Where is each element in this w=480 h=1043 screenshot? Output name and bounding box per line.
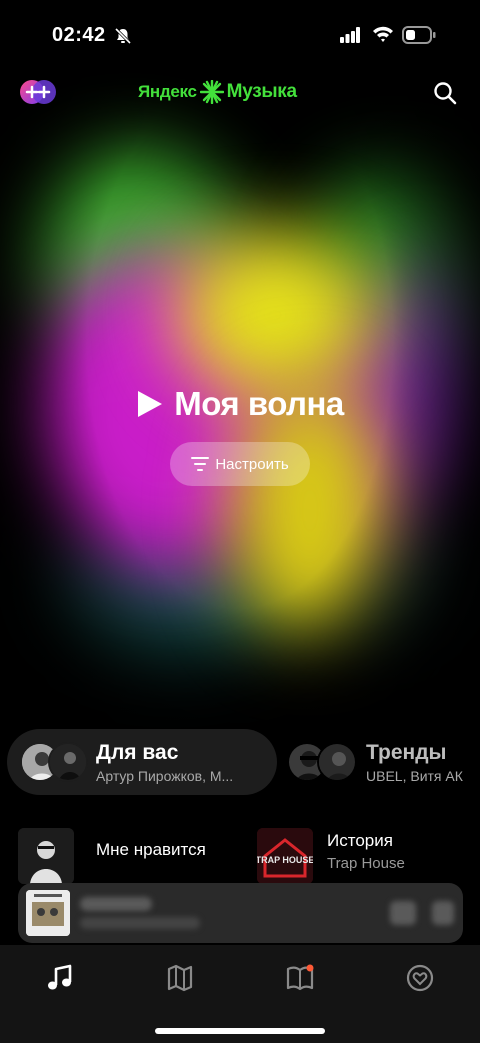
history-playlist[interactable]: TRAP HOUSE История Trap House xyxy=(257,828,480,884)
vignette-overlay xyxy=(0,0,480,760)
logo-text-music: Музыка xyxy=(226,81,297,102)
mini-player-like-button[interactable] xyxy=(390,901,416,925)
wifi-icon xyxy=(373,26,393,42)
logo-star-icon xyxy=(199,80,224,104)
for-you-card[interactable]: Для вас Артур Пирожков, М... xyxy=(7,729,277,795)
artist-avatar xyxy=(48,742,88,782)
for-you-title: Для вас xyxy=(96,741,179,764)
logo-text-yandex: Яндекс xyxy=(138,82,197,101)
mini-player-play-button[interactable] xyxy=(432,901,454,925)
artist-avatar xyxy=(317,742,357,782)
history-playlist-subtitle: Trap House xyxy=(327,855,405,872)
liked-playlist[interactable]: Мне нравится xyxy=(18,828,248,884)
bottom-navigation xyxy=(0,945,480,1043)
liked-playlist-cover xyxy=(18,828,74,884)
home-indicator[interactable] xyxy=(155,1028,325,1034)
tune-wave-button[interactable]: Настроить xyxy=(170,442,310,486)
plus-avatar-icon[interactable] xyxy=(18,78,58,106)
liked-playlist-title: Мне нравится xyxy=(96,840,206,859)
nav-collection-heart-icon[interactable] xyxy=(405,963,435,993)
tune-button-label: Настроить xyxy=(215,455,289,473)
app-header: Яндекс Музыка xyxy=(0,74,480,110)
yandex-music-logo: Яндекс Музыка xyxy=(138,80,297,104)
search-icon[interactable] xyxy=(432,80,458,106)
filter-icon xyxy=(191,457,210,471)
status-time: 02:42 xyxy=(52,24,106,46)
nav-map-icon[interactable] xyxy=(165,963,195,993)
mini-player-cover xyxy=(26,890,70,936)
my-wave-visual[interactable] xyxy=(0,0,480,760)
cover-text: TRAP HOUSE xyxy=(257,855,313,865)
history-playlist-title: История xyxy=(327,831,393,850)
history-playlist-cover: TRAP HOUSE xyxy=(257,828,313,884)
nav-book-icon[interactable] xyxy=(285,963,315,993)
mini-player[interactable] xyxy=(18,883,463,943)
for-you-subtitle: Артур Пирожков, М... xyxy=(96,768,234,784)
mini-player-artist xyxy=(80,917,200,929)
cellular-signal-icon xyxy=(340,27,360,43)
my-wave-play[interactable]: Моя волна xyxy=(0,385,480,423)
bell-off-icon xyxy=(114,27,132,45)
trends-card[interactable]: Тренды UBEL, Витя АК xyxy=(283,729,480,795)
status-bar: 02:42 xyxy=(0,22,480,50)
battery-icon xyxy=(402,26,436,44)
mini-player-track-title xyxy=(80,897,152,911)
nav-music-note-icon[interactable] xyxy=(45,963,75,993)
my-wave-title: Моя волна xyxy=(174,385,344,422)
play-icon xyxy=(138,391,163,417)
trends-subtitle: UBEL, Витя АК xyxy=(366,768,463,784)
trends-title: Тренды xyxy=(366,741,447,764)
